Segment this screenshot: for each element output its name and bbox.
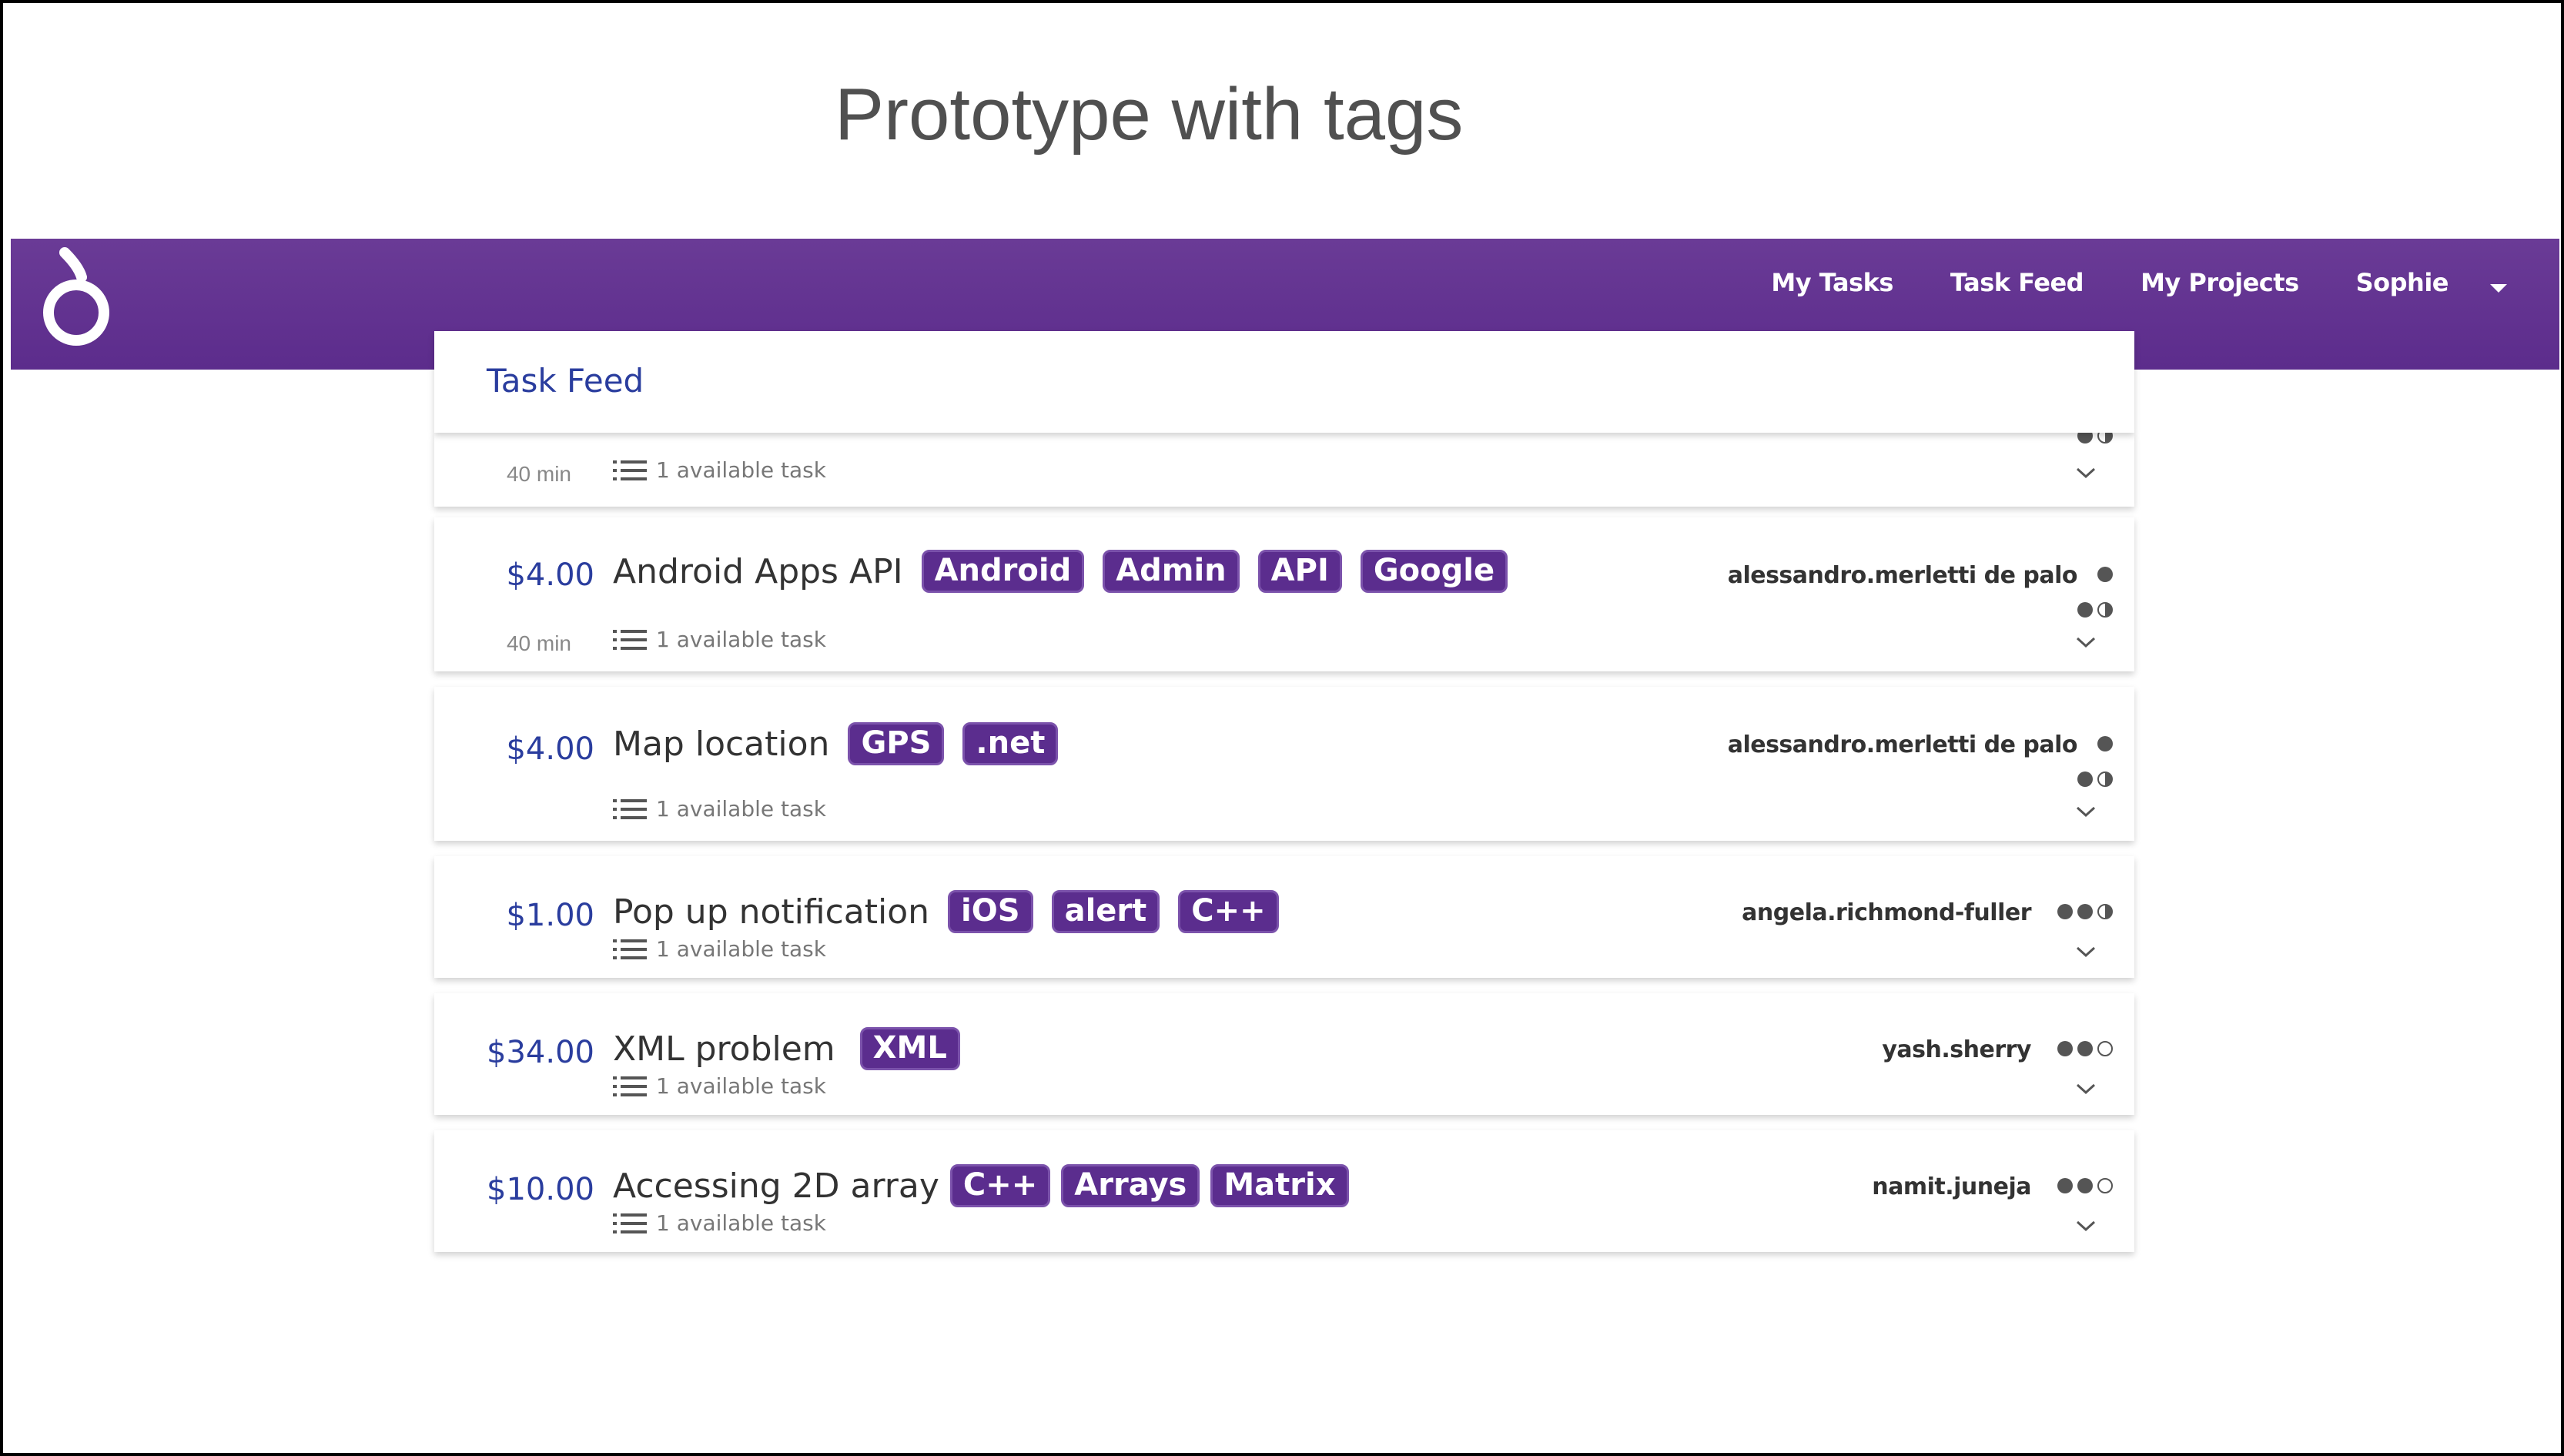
difficulty-dots [2053, 1178, 2113, 1193]
tag[interactable]: .net [962, 722, 1059, 765]
task-title-row: Accessing 2D array C++ Arrays Matrix [613, 1164, 1349, 1207]
available-tasks: 1 available task [656, 457, 826, 483]
difficulty-dots [2053, 1041, 2113, 1056]
tag[interactable]: GPS [848, 722, 945, 765]
slide-title: Prototype with tags [835, 73, 1464, 156]
available-tasks: 1 available task [656, 1073, 826, 1099]
list-icon [613, 629, 647, 650]
tag[interactable]: Google [1360, 550, 1508, 593]
slide: Prototype with tags My Tasks Task Feed M… [3, 3, 2561, 1453]
task-title-row: Map location GPS .net [613, 722, 1059, 765]
task-title[interactable]: Pop up notification [613, 892, 929, 932]
chevron-down-icon[interactable] [2074, 944, 2097, 959]
tag[interactable]: Admin [1103, 550, 1240, 593]
task-duration: 40 min [506, 631, 571, 655]
tag[interactable]: C++ [949, 1164, 1051, 1207]
task-owner[interactable]: yash.sherry [1882, 1036, 2031, 1063]
task-duration: 40 min [506, 462, 571, 486]
task-feed: Task Feed 40 min 1 available task $4.00 … [434, 331, 2134, 1252]
nav-user-menu[interactable]: Sophie [2356, 268, 2449, 297]
tag[interactable]: Matrix [1210, 1164, 1349, 1207]
task-title[interactable]: XML problem [613, 1029, 835, 1069]
task-price: $4.00 [506, 731, 594, 767]
nav-links: My Tasks Task Feed My Projects Sophie [1771, 256, 2559, 310]
available-tasks: 1 available task [656, 936, 826, 962]
tag[interactable]: XML [859, 1027, 960, 1070]
available-tasks: 1 available task [656, 627, 826, 652]
task-owner[interactable]: alessandro.merletti de palo [1728, 562, 2078, 589]
list-icon [613, 939, 647, 959]
tag[interactable]: API [1257, 550, 1342, 593]
task-price: $1.00 [506, 898, 594, 933]
task-price: $34.00 [487, 1035, 594, 1070]
tag[interactable]: iOS [948, 890, 1033, 933]
task-card-partial[interactable]: 40 min 1 available task [434, 428, 2134, 507]
difficulty-dots [2073, 602, 2113, 618]
status-dot [2093, 736, 2113, 751]
task-title-row: XML problem XML [613, 1027, 960, 1070]
task-owner[interactable]: angela.richmond-fuller [1742, 899, 2031, 926]
task-meta: 1 available task [613, 936, 826, 962]
nav-task-feed[interactable]: Task Feed [1950, 268, 2084, 297]
task-meta: 1 available task [613, 796, 826, 822]
difficulty-dots [2073, 772, 2113, 787]
caret-down-icon[interactable] [2490, 283, 2507, 293]
nav-my-tasks[interactable]: My Tasks [1771, 268, 1893, 297]
list-icon [613, 1213, 647, 1233]
task-owner[interactable]: namit.juneja [1872, 1173, 2031, 1200]
available-tasks: 1 available task [656, 1210, 826, 1236]
chevron-down-icon[interactable] [2074, 1081, 2097, 1096]
task-meta: 1 available task [613, 1210, 826, 1236]
chevron-down-icon[interactable] [2074, 465, 2097, 480]
task-title[interactable]: Accessing 2D array [613, 1166, 939, 1206]
task-owner[interactable]: alessandro.merletti de palo [1728, 731, 2078, 758]
task-price: $4.00 [506, 557, 594, 593]
task-card[interactable]: $4.00 Map location GPS .net alessandro.m… [434, 687, 2134, 841]
task-card[interactable]: $34.00 XML problem XML yash.sherry 1 ava… [434, 993, 2134, 1115]
tag[interactable]: Android [921, 550, 1085, 593]
chevron-down-icon[interactable] [2074, 634, 2097, 650]
list-icon [613, 798, 647, 819]
tag[interactable]: alert [1051, 890, 1160, 933]
task-card[interactable]: $4.00 Android Apps API Android Admin API… [434, 517, 2134, 671]
feed-header: Task Feed [434, 331, 2134, 433]
feed-header-title: Task Feed [487, 362, 644, 400]
task-price: $10.00 [487, 1172, 594, 1207]
logo-icon[interactable] [34, 245, 119, 353]
nav-my-projects[interactable]: My Projects [2141, 268, 2299, 297]
task-card[interactable]: $1.00 Pop up notification iOS alert C++ … [434, 856, 2134, 978]
list-icon [613, 460, 647, 480]
list-icon [613, 1076, 647, 1096]
tag[interactable]: C++ [1178, 890, 1279, 933]
difficulty-dots [2053, 904, 2113, 919]
tag[interactable]: Arrays [1061, 1164, 1200, 1207]
task-title[interactable]: Map location [613, 725, 829, 764]
chevron-down-icon[interactable] [2074, 804, 2097, 819]
task-meta: 1 available task [613, 1073, 826, 1099]
task-title-row: Android Apps API Android Admin API Googl… [613, 550, 1508, 593]
task-title[interactable]: Android Apps API [613, 552, 903, 591]
task-meta: 1 available task [613, 627, 826, 652]
task-meta: 1 available task [613, 457, 826, 483]
task-card[interactable]: $10.00 Accessing 2D array C++ Arrays Mat… [434, 1130, 2134, 1252]
chevron-down-icon[interactable] [2074, 1218, 2097, 1233]
task-title-row: Pop up notification iOS alert C++ [613, 890, 1279, 933]
available-tasks: 1 available task [656, 796, 826, 822]
status-dot [2093, 567, 2113, 582]
